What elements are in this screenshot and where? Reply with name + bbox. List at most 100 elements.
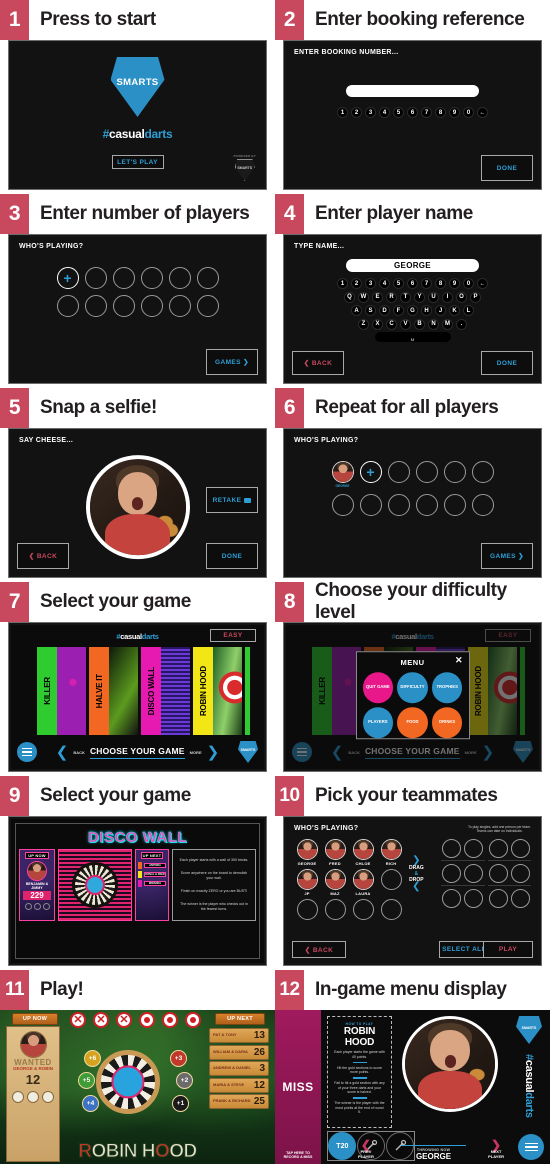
spacebar-key[interactable]: ␣ [374, 332, 451, 342]
key-v[interactable]: V [400, 318, 411, 330]
done-button[interactable]: DONE [481, 155, 533, 181]
player-empty-slot[interactable] [323, 899, 347, 920]
key-l[interactable]: L [463, 305, 474, 316]
player-slot[interactable] [84, 267, 107, 289]
player-slot[interactable] [140, 295, 163, 317]
numeric-keypad[interactable]: 1 2 3 4 5 6 7 8 9 0 ← [286, 107, 539, 118]
player-slot[interactable] [168, 295, 191, 317]
menu-difficulty-button[interactable]: DIFFICULTY [397, 672, 428, 704]
key-u[interactable]: U [428, 291, 439, 303]
booking-number-input[interactable] [346, 85, 479, 97]
player-slot[interactable] [471, 494, 494, 516]
player-slot[interactable] [331, 494, 354, 516]
player-avatar[interactable] [296, 839, 318, 860]
player-chip[interactable]: RICH [379, 839, 403, 866]
key-0[interactable]: 0 [463, 107, 474, 118]
key-p[interactable]: P [470, 291, 481, 303]
done-button[interactable]: DONE [206, 543, 258, 569]
onscreen-keyboard[interactable]: 1 2 3 4 5 6 7 8 9 0 ← Q W E R T Y U I O … [286, 278, 539, 342]
key-3[interactable]: 3 [365, 107, 376, 118]
key-5[interactable]: 5 [393, 107, 404, 118]
game-card-robin-hood[interactable]: ROBIN HOOD [193, 647, 242, 735]
key-9[interactable]: 9 [449, 278, 460, 289]
prev-player-button[interactable]: ❮ PREV PLAYER [358, 1139, 374, 1160]
key-1[interactable]: 1 [337, 278, 348, 289]
player-avatar[interactable] [331, 461, 354, 483]
keyboard-row-numbers[interactable]: 1 2 3 4 5 6 7 8 9 0 ← [286, 278, 539, 289]
player-slot[interactable] [415, 494, 438, 516]
player-chip[interactable]: LAURA [351, 869, 375, 896]
dartboard[interactable] [96, 1050, 160, 1114]
key-o[interactable]: O [456, 291, 467, 303]
player-slot[interactable] [443, 461, 466, 483]
player-chip[interactable]: CHLOE [351, 839, 375, 866]
key-q[interactable]: Q [344, 291, 355, 303]
key-4[interactable]: 4 [379, 107, 390, 118]
backspace-icon[interactable]: ← [477, 107, 488, 118]
menu-trophies-button[interactable]: TROPHIES [431, 672, 463, 704]
player-avatar[interactable] [324, 839, 346, 860]
player-slot[interactable] [196, 267, 219, 289]
add-player-slot[interactable]: + [56, 267, 79, 289]
key-n[interactable]: N [428, 318, 439, 330]
player-empty-slot[interactable] [379, 869, 403, 896]
key-9[interactable]: 9 [449, 107, 460, 118]
games-button[interactable]: GAMES ❯ [206, 349, 258, 375]
team-slot[interactable] [487, 864, 531, 886]
prev-chevron-icon[interactable]: ❮ [56, 743, 69, 761]
key-4[interactable]: 4 [379, 278, 390, 289]
player-avatar[interactable] [324, 869, 346, 890]
key-6[interactable]: 6 [407, 278, 418, 289]
key-2[interactable]: 2 [351, 107, 362, 118]
key-c[interactable]: C [386, 318, 397, 330]
difficulty-badge[interactable]: EASY [210, 629, 256, 642]
key-7[interactable]: 7 [421, 278, 432, 289]
player-empty-slot[interactable] [379, 899, 403, 920]
add-player-slot[interactable]: + [359, 461, 382, 483]
player-slot[interactable] [387, 494, 410, 516]
menu-players-button[interactable]: PLAYERS [362, 707, 394, 739]
play-button[interactable]: PLAY [483, 941, 533, 958]
game-carousel[interactable]: KILLER HALVE IT DISCO WALL ROBIN HOOD [33, 647, 254, 735]
team-slot[interactable] [441, 839, 485, 861]
player-slot[interactable] [196, 295, 219, 317]
key-3[interactable]: 3 [365, 278, 376, 289]
player-avatar[interactable] [380, 839, 402, 860]
key-t[interactable]: T [400, 291, 411, 303]
lets-play-button[interactable]: LET'S PLAY [111, 155, 164, 169]
key-7[interactable]: 7 [421, 107, 432, 118]
key-w[interactable]: W [358, 291, 369, 303]
team-slot[interactable] [441, 864, 485, 886]
hamburger-icon[interactable] [518, 1134, 544, 1160]
next-chevron-icon[interactable]: ❯ [207, 743, 220, 761]
team-slot[interactable] [441, 889, 485, 910]
key-j[interactable]: J [435, 305, 446, 316]
key-period[interactable]: . [456, 318, 467, 330]
key-s[interactable]: S [365, 305, 376, 316]
game-card-halve-it[interactable]: HALVE IT [89, 647, 138, 735]
close-icon[interactable]: ✕ [455, 656, 463, 665]
key-g[interactable]: G [407, 305, 418, 316]
key-x[interactable]: X [372, 318, 383, 330]
smarts-flight-icon[interactable]: SMARTS [516, 1016, 542, 1044]
menu-quit-game-button[interactable]: QUIT GAME [362, 672, 394, 704]
player-empty-slot[interactable] [351, 899, 375, 920]
player-slot[interactable] [415, 461, 438, 483]
games-button[interactable]: GAMES ❯ [481, 543, 533, 569]
player-avatar[interactable] [352, 869, 374, 890]
back-button[interactable]: ❮ BACK [292, 351, 344, 375]
player-slot[interactable] [112, 267, 135, 289]
player-slot[interactable] [84, 295, 107, 317]
key-i[interactable]: I [442, 291, 453, 303]
player-avatar[interactable] [296, 869, 318, 890]
player-slot[interactable] [112, 295, 135, 317]
player-chip[interactable]: GEORGE [295, 839, 319, 866]
key-z[interactable]: Z [358, 318, 369, 330]
key-6[interactable]: 6 [407, 107, 418, 118]
select-all-button[interactable]: SELECT ALL [439, 941, 489, 958]
team-slot[interactable] [487, 839, 531, 861]
key-f[interactable]: F [393, 305, 404, 316]
game-card-peek[interactable] [245, 647, 250, 735]
retake-button[interactable]: RETAKE [206, 487, 258, 513]
keyboard-row-a[interactable]: A S D F G H J K L [286, 305, 539, 316]
